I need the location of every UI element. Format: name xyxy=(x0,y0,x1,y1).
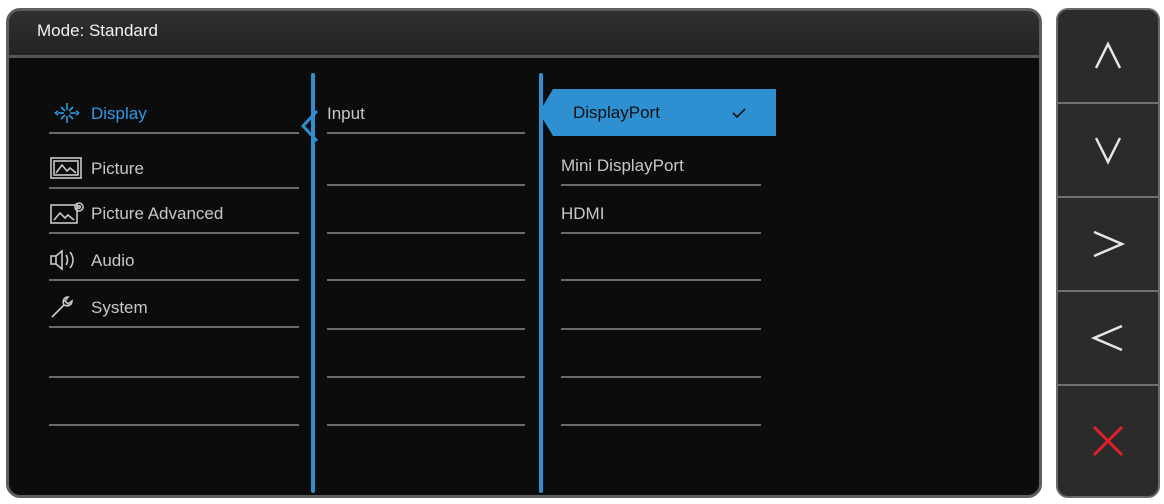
submenu-item-label: Input xyxy=(327,104,365,123)
close-icon xyxy=(1092,425,1124,457)
left-button[interactable] xyxy=(1058,292,1158,386)
column-divider-2 xyxy=(539,73,543,493)
submenu-item-empty xyxy=(327,285,525,330)
option-hdmi[interactable]: HDMI xyxy=(561,189,761,234)
menu-item-empty xyxy=(49,381,299,426)
close-button[interactable] xyxy=(1058,386,1158,496)
menu-item-label: Picture Advanced xyxy=(91,204,224,223)
up-button[interactable] xyxy=(1058,10,1158,104)
option-empty xyxy=(561,333,761,378)
chevron-right-icon xyxy=(1093,230,1126,258)
checkmark-icon xyxy=(732,108,746,119)
submenu-item-input[interactable]: Input xyxy=(327,89,525,134)
down-button[interactable] xyxy=(1058,104,1158,198)
option-empty xyxy=(561,285,761,330)
option-displayport-selected[interactable]: DisplayPort xyxy=(539,89,776,136)
chevron-left-icon xyxy=(1090,324,1123,352)
option-label: DisplayPort xyxy=(573,103,660,122)
submenu-item-empty xyxy=(327,333,525,378)
picture-icon xyxy=(49,156,85,180)
osd-menu-panel: Mode: Standard Display Picture Picture A… xyxy=(6,8,1042,498)
option-empty xyxy=(561,381,761,426)
menu-item-audio[interactable]: Audio xyxy=(49,236,299,281)
menu-item-picture[interactable]: Picture xyxy=(49,144,299,189)
submenu-item-empty xyxy=(327,381,525,426)
menu-item-label: Picture xyxy=(91,159,144,178)
menu-item-system[interactable]: System xyxy=(49,283,299,328)
display-icon xyxy=(49,101,85,125)
option-label: HDMI xyxy=(561,204,605,223)
submenu-pointer-icon xyxy=(300,109,319,143)
chevron-down-icon xyxy=(1094,137,1122,165)
menu-item-picture-advanced[interactable]: Picture Advanced xyxy=(49,189,299,234)
right-button[interactable] xyxy=(1058,198,1158,292)
chevron-up-icon xyxy=(1094,41,1122,69)
option-mini-displayport[interactable]: Mini DisplayPort xyxy=(561,141,761,186)
submenu-item-empty xyxy=(327,141,525,186)
option-label: Mini DisplayPort xyxy=(561,156,684,175)
submenu-item-empty xyxy=(327,236,525,281)
submenu-item-empty xyxy=(327,189,525,234)
menu-item-empty xyxy=(49,333,299,378)
speaker-icon xyxy=(49,248,85,272)
menu-item-display[interactable]: Display xyxy=(49,89,299,134)
option-empty xyxy=(561,236,761,281)
menu-item-label: Display xyxy=(91,104,147,123)
control-key-rail xyxy=(1056,8,1160,498)
osd-header: Mode: Standard xyxy=(9,11,1039,58)
menu-item-label: Audio xyxy=(91,251,135,270)
menu-item-label: System xyxy=(91,298,148,317)
wrench-icon xyxy=(49,295,85,319)
picture-advanced-icon xyxy=(49,201,85,225)
mode-label: Mode: Standard xyxy=(37,21,158,40)
